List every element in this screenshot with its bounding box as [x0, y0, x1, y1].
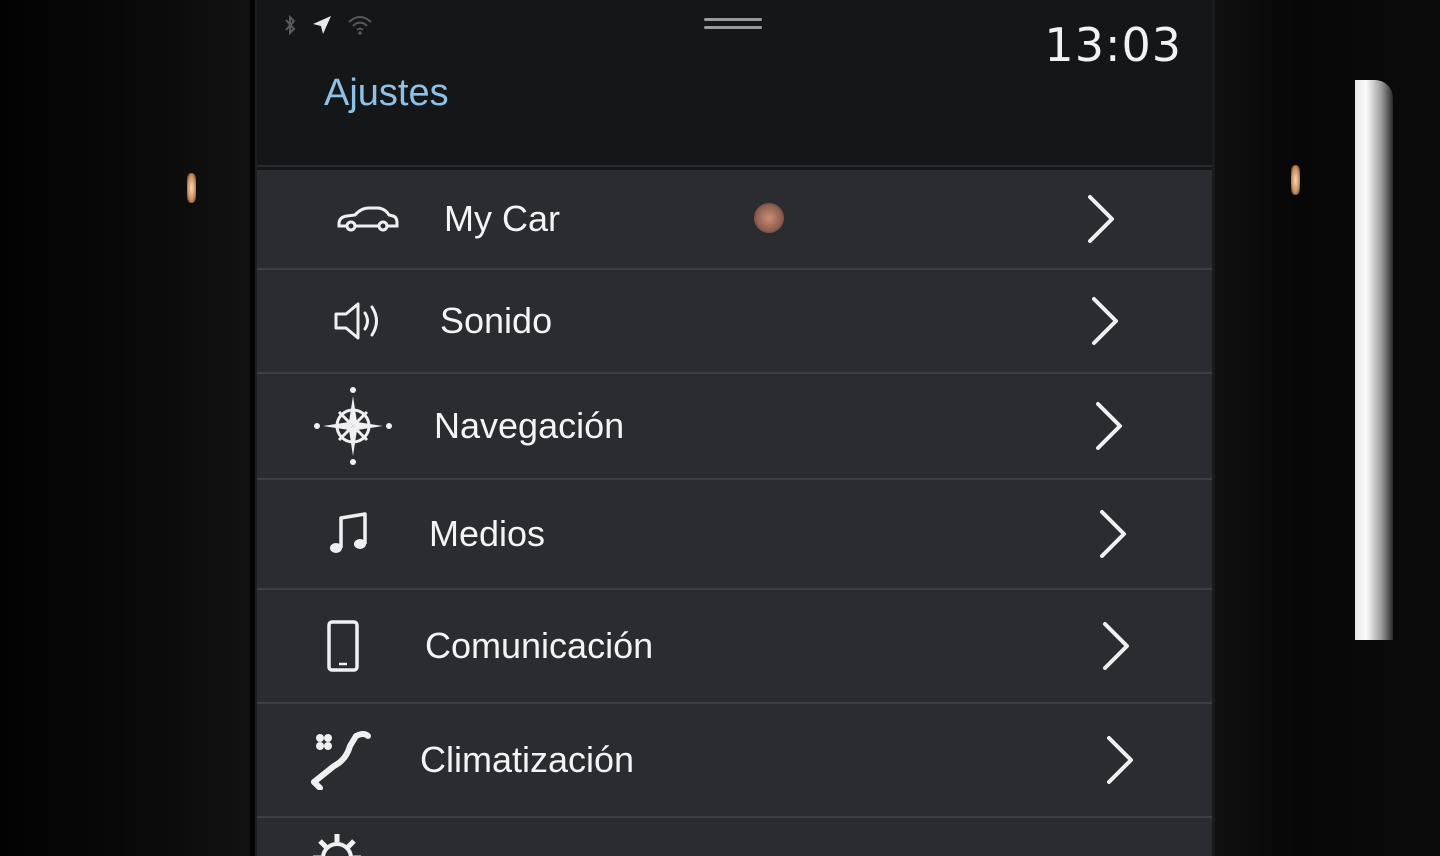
left-indicator-light [187, 173, 196, 203]
menu-item-medios[interactable]: Medios [257, 480, 1212, 590]
screen-glare [754, 203, 784, 233]
infotainment-screen: 13:03 Ajustes My Car Sonido Navegación M… [255, 0, 1215, 856]
page-title: Ajustes [324, 72, 449, 114]
status-bar: 13:03 [257, 0, 1212, 72]
menu-item-partial[interactable] [257, 818, 1212, 856]
menu-item-navegacion[interactable]: Navegación [257, 374, 1212, 480]
chevron-right-icon [1092, 506, 1132, 562]
left-bezel [0, 0, 250, 856]
menu-item-climatizacion[interactable]: Climatización [257, 704, 1212, 818]
clock: 13:03 [1044, 18, 1182, 72]
chevron-right-icon [1084, 293, 1124, 349]
pull-down-handle[interactable] [704, 18, 762, 32]
status-icons [283, 14, 373, 40]
chevron-right-icon [1099, 732, 1139, 788]
chevron-right-icon [1088, 398, 1128, 454]
car-icon [327, 179, 407, 259]
menu-item-sonido[interactable]: Sonido [257, 270, 1212, 374]
menu-item-my-car[interactable]: My Car [257, 170, 1212, 270]
bluetooth-icon [283, 14, 297, 39]
title-divider [257, 165, 1212, 167]
gear-icon [297, 818, 377, 856]
menu-item-label: Comunicación [425, 625, 654, 666]
menu-item-label: Medios [429, 513, 546, 554]
compass-icon [313, 386, 393, 466]
climate-seat-icon [301, 720, 381, 800]
music-note-icon [309, 494, 389, 574]
menu-item-label: Sonido [440, 300, 553, 341]
menu-item-label: My Car [444, 198, 560, 239]
trim-strip [1355, 80, 1393, 640]
menu-item-comunicacion[interactable]: Comunicación [257, 590, 1212, 704]
wifi-icon [347, 14, 373, 40]
navigation-arrow-icon [311, 14, 333, 40]
menu-item-label: Climatización [420, 739, 635, 780]
chevron-right-icon [1095, 618, 1135, 674]
right-bezel [1200, 0, 1440, 856]
speaker-icon [320, 281, 400, 361]
chevron-right-icon [1080, 191, 1120, 247]
right-indicator-light [1291, 165, 1300, 195]
phone-icon [303, 606, 383, 686]
menu-item-label: Navegación [434, 405, 625, 446]
